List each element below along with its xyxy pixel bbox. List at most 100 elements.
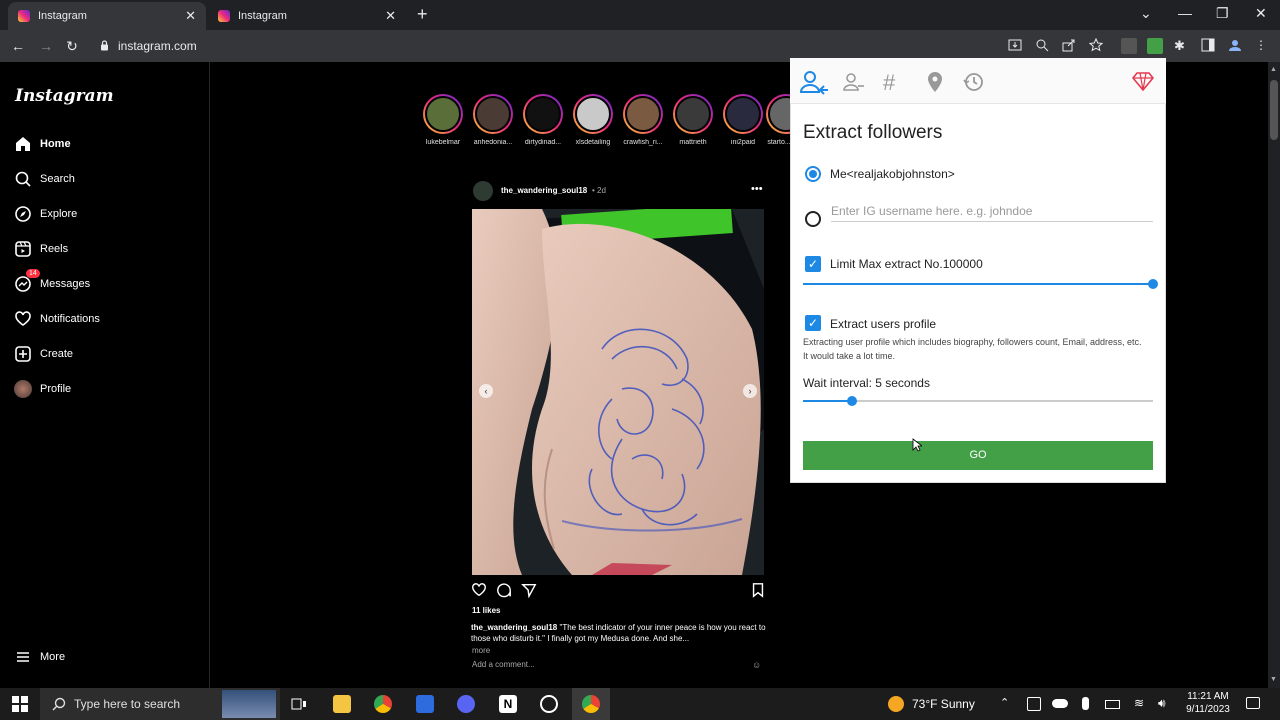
close-icon[interactable]: ✕	[185, 8, 196, 24]
maximize-icon[interactable]: ❐	[1216, 5, 1229, 22]
limit-slider-fill	[803, 283, 1153, 285]
extension-active-icon[interactable]	[1147, 38, 1163, 54]
taskbar-clock[interactable]: 11:21 AM 9/11/2023	[1180, 690, 1236, 716]
carousel-prev-button[interactable]: ‹	[479, 384, 493, 398]
extract-profile-checkbox[interactable]: ✓	[805, 315, 821, 331]
cloud-icon[interactable]	[1052, 699, 1068, 708]
notification-center-icon[interactable]	[1246, 697, 1260, 709]
extension-code-icon[interactable]	[1121, 38, 1137, 54]
page-scrollbar[interactable]	[1268, 62, 1280, 688]
story-item[interactable]: anhedonia...	[471, 94, 515, 146]
reload-icon[interactable]: ↻	[64, 38, 80, 54]
hashtag-icon[interactable]: #	[883, 70, 895, 96]
chrome-icon[interactable]	[374, 695, 392, 713]
limit-max-checkbox[interactable]: ✓	[805, 256, 821, 272]
share-post-icon[interactable]	[521, 582, 537, 598]
caption-more-link[interactable]: more	[472, 646, 490, 655]
nav-item-home[interactable]: Home	[14, 133, 71, 155]
carousel-next-button[interactable]: ›	[743, 384, 757, 398]
story-item[interactable]: lukebelmar	[421, 94, 465, 146]
calculator-icon[interactable]	[416, 695, 434, 713]
share-icon[interactable]	[1062, 38, 1078, 54]
nav-item-messages[interactable]: 14 Messages	[14, 269, 90, 295]
zoom-icon[interactable]	[1035, 38, 1051, 54]
nav-item-profile[interactable]: Profile	[14, 378, 71, 400]
nav-item-notifications[interactable]: Notifications	[14, 308, 100, 330]
nav-item-more[interactable]: More	[14, 646, 65, 668]
scroll-down-icon[interactable]: ▼	[1270, 676, 1277, 683]
tab-extract-followers[interactable]	[800, 70, 830, 96]
forward-icon[interactable]: →	[38, 38, 54, 54]
wait-slider-thumb[interactable]	[847, 396, 857, 406]
post-options-icon[interactable]: •••	[751, 183, 763, 195]
extract-profile-label: Extract users profile	[830, 317, 937, 331]
microphone-icon[interactable]	[1082, 697, 1089, 710]
panel-title: Extract followers	[803, 122, 943, 143]
task-view-icon[interactable]	[290, 695, 308, 713]
menu-dots-icon[interactable]: ⋮	[1255, 38, 1271, 54]
story-item[interactable]: ini2paid	[721, 94, 765, 146]
side-panel-icon[interactable]	[1201, 38, 1217, 54]
nav-item-search[interactable]: Search	[14, 168, 75, 190]
extensions-puzzle-icon[interactable]: ✱	[1174, 38, 1190, 54]
like-count[interactable]: 11 likes	[472, 606, 500, 615]
chevron-down-icon[interactable]: ⌄	[1140, 5, 1152, 22]
profile-icon[interactable]	[1228, 38, 1244, 54]
username-input[interactable]	[831, 200, 1153, 222]
save-post-icon[interactable]	[750, 582, 766, 598]
nav-item-reels[interactable]: Reels	[14, 238, 68, 260]
story-item[interactable]: dirtydinad...	[521, 94, 565, 146]
post-timestamp: • 2d	[592, 186, 606, 195]
install-icon[interactable]	[1008, 38, 1024, 54]
browser-tab[interactable]: Instagram ✕	[208, 2, 406, 30]
obs-icon[interactable]	[540, 695, 558, 713]
chrome-icon[interactable]	[582, 695, 600, 713]
scroll-up-icon[interactable]: ▲	[1270, 66, 1277, 73]
windows-start-icon[interactable]	[12, 696, 28, 712]
back-icon[interactable]: ←	[10, 38, 26, 54]
nav-item-create[interactable]: Create	[14, 343, 73, 365]
like-icon[interactable]	[471, 582, 487, 598]
browser-tab[interactable]: Instagram ✕	[8, 2, 206, 30]
post-username[interactable]: the_wandering_soul18	[501, 186, 587, 195]
story-item[interactable]: starto...	[766, 94, 792, 146]
address-bar[interactable]: instagram.com	[118, 39, 197, 53]
story-item[interactable]: mattrieth	[671, 94, 715, 146]
nav-item-explore[interactable]: Explore	[14, 203, 77, 225]
bookmark-star-icon[interactable]	[1089, 38, 1105, 54]
minimize-icon[interactable]: —	[1178, 5, 1192, 21]
go-button[interactable]: GO	[803, 441, 1153, 470]
tab-extract-following[interactable]	[843, 72, 865, 94]
wifi-icon[interactable]: ≋	[1134, 696, 1144, 710]
new-tab-button[interactable]: +	[417, 4, 428, 25]
story-item[interactable]: crawfish_ri...	[621, 94, 665, 146]
volume-icon[interactable]: 🔊︎	[1158, 696, 1166, 711]
notion-icon[interactable]: N	[499, 695, 517, 713]
file-explorer-icon[interactable]	[333, 695, 351, 713]
add-comment-input[interactable]: Add a comment...	[472, 660, 535, 669]
instagram-logo[interactable]: Instagram	[15, 86, 114, 106]
story-item[interactable]: xlsdetailing	[571, 94, 615, 146]
post-image[interactable]	[472, 209, 764, 575]
instagram-favicon-icon	[18, 10, 30, 22]
radio-custom-username[interactable]	[805, 211, 821, 227]
history-icon[interactable]	[963, 71, 985, 93]
scrollbar-thumb[interactable]	[1270, 80, 1278, 140]
location-icon[interactable]	[926, 71, 944, 93]
emoji-icon[interactable]: ☺	[752, 660, 761, 670]
diamond-icon[interactable]	[1132, 70, 1154, 92]
radio-me[interactable]	[805, 166, 821, 182]
limit-slider-thumb[interactable]	[1148, 279, 1158, 289]
comment-icon[interactable]	[496, 582, 512, 598]
caption-username[interactable]: the_wandering_soul18	[471, 623, 557, 632]
post-author-avatar[interactable]	[473, 181, 493, 201]
close-window-icon[interactable]: ✕	[1255, 5, 1267, 22]
battery-icon[interactable]	[1105, 700, 1120, 709]
weather-widget[interactable]: 73°F Sunny	[888, 696, 975, 712]
chevron-up-icon[interactable]: ⌃	[1000, 696, 1009, 709]
meet-icon[interactable]	[1027, 697, 1041, 711]
nav-label: More	[40, 651, 66, 663]
discord-icon[interactable]	[457, 695, 475, 713]
close-icon[interactable]: ✕	[385, 8, 396, 24]
nav-label: Home	[40, 138, 71, 150]
